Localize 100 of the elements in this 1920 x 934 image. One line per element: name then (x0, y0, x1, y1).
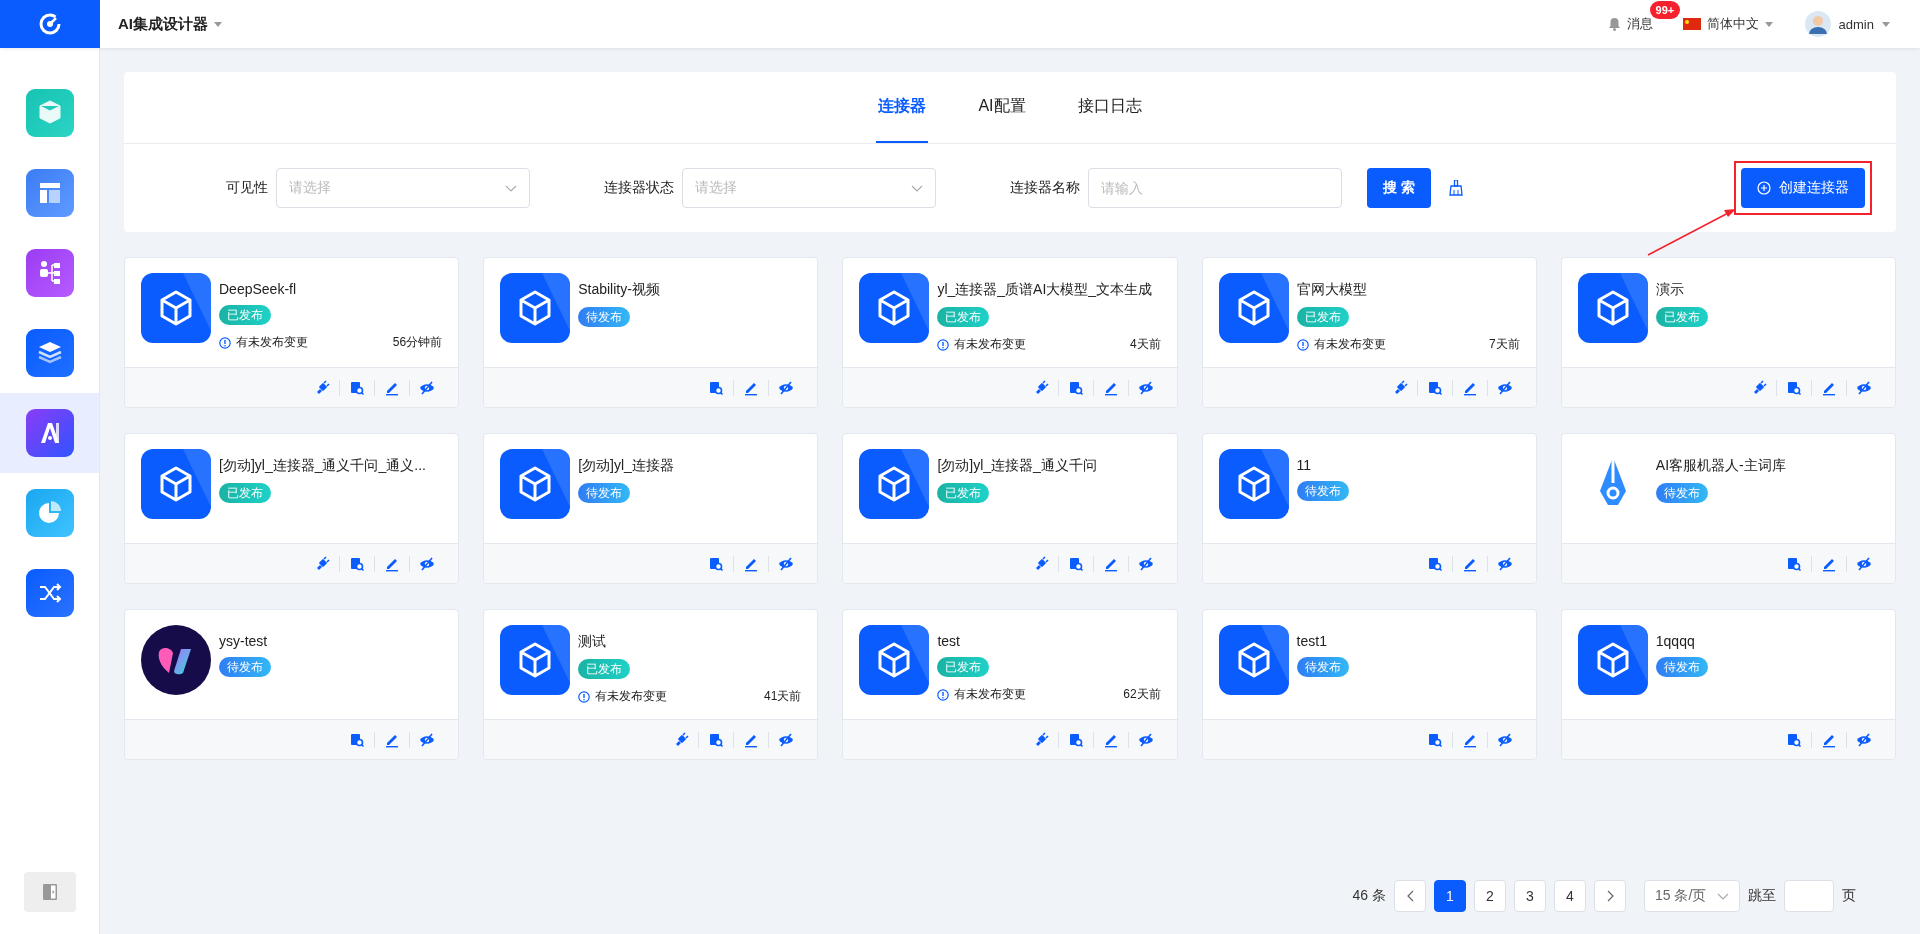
page-jump-field[interactable] (1784, 880, 1834, 912)
connector-title: 1qqqq (1655, 633, 1696, 649)
pie-app-icon[interactable] (25, 489, 74, 537)
flow-app-icon[interactable] (25, 249, 74, 297)
updated-time: 41天前 (764, 688, 802, 705)
document-search-icon (349, 379, 366, 396)
chevron-down-icon (1717, 892, 1729, 900)
updated-time: 7天前 (1489, 336, 1520, 353)
eye-slash-icon (1856, 379, 1872, 396)
connector-title: AI客服机器人-主词库 (1655, 457, 1787, 475)
connector-card[interactable]: 1qqqq 待发布 (1560, 609, 1896, 760)
document-search-icon (1067, 555, 1084, 572)
status-tag: 已发布 (219, 483, 271, 503)
total-count: 46 条 (1352, 887, 1386, 905)
app-switcher[interactable]: AI集成设计器 (112, 13, 228, 35)
updated-time: 62天前 (1123, 686, 1161, 703)
eye-slash-icon (1856, 555, 1872, 572)
page-number[interactable]: 2 (1474, 880, 1506, 912)
unpublished-changes-text: 有未发布变更 (954, 686, 1027, 703)
info-icon (578, 690, 591, 703)
connector-title: test (937, 633, 961, 649)
connector-title: 官网大模型 (1296, 281, 1368, 299)
connector-card[interactable]: yl_连接器_质谱AI大模型_文本生成 已发布 有未发布变更 4天前 (842, 257, 1178, 408)
tab[interactable]: 连接器 (876, 72, 929, 143)
layers-app-icon[interactable] (25, 329, 74, 377)
broom-icon (1449, 180, 1463, 196)
eye-slash-icon (1496, 731, 1513, 748)
user-menu[interactable]: admin (1798, 10, 1896, 38)
tab[interactable]: 接口日志 (1075, 72, 1144, 143)
cube-logo-icon (1577, 273, 1648, 343)
page-suffix: 页 (1842, 887, 1856, 905)
connector-card[interactable]: 11 待发布 (1201, 433, 1537, 584)
filter-label: 连接器名称 (1009, 179, 1080, 197)
gauge-logo-icon (38, 12, 62, 36)
cube-logo-icon (1218, 449, 1289, 519)
page-number[interactable]: 1 (1434, 880, 1466, 912)
connector-title: DeepSeek-fl (219, 281, 298, 297)
clear-button[interactable] (1449, 180, 1463, 196)
document-search-icon (1426, 379, 1443, 396)
connector-card[interactable]: ysy-test 待发布 (124, 609, 460, 760)
connector-card[interactable]: 测试 已发布 有未发布变更 41天前 (483, 609, 819, 760)
eye-slash-icon (778, 731, 795, 748)
filter-label: 连接器状态 (603, 179, 674, 197)
jump-label: 跳至 (1748, 887, 1776, 905)
status-tag: 待发布 (1655, 483, 1708, 503)
connector-card[interactable]: test1 待发布 (1201, 609, 1537, 760)
unpublished-changes-text: 有未发布变更 (954, 336, 1027, 353)
create-connector-button[interactable]: 创建连接器 (1741, 168, 1865, 208)
caret-icon (1882, 21, 1890, 27)
connector-card[interactable]: 演示 已发布 (1560, 257, 1896, 408)
chevron-down-icon (911, 184, 923, 192)
avatar-icon (1804, 11, 1831, 37)
connector-card[interactable]: AI客服机器人-主词库 待发布 (1560, 433, 1896, 584)
cube-logo-icon (1577, 625, 1648, 695)
page-number[interactable]: 4 (1554, 880, 1586, 912)
info-icon (1296, 338, 1309, 351)
layout-app-icon[interactable] (25, 169, 74, 217)
caret-icon (214, 21, 222, 27)
cube-logo-icon (859, 449, 930, 519)
collapse-sidebar-button[interactable] (23, 872, 76, 912)
tab[interactable]: AI配置 (976, 72, 1028, 143)
status-tag: 待发布 (578, 307, 631, 327)
app-logo[interactable] (0, 0, 100, 48)
connector-title: test1 (1296, 633, 1328, 649)
connector-card[interactable]: [勿动]yl_连接器_通义千问 已发布 (842, 433, 1178, 584)
connector-card[interactable]: DeepSeek-fl 已发布 有未发布变更 56分钟前 (124, 257, 460, 408)
eye-slash-icon (419, 379, 436, 396)
connector-card[interactable]: [勿动]yl_连接器 待发布 (483, 433, 819, 584)
document-search-icon (349, 555, 366, 572)
connector-card[interactable]: Stability-视频 待发布 (483, 257, 819, 408)
cube-logo-icon (859, 625, 930, 695)
flag-icon (1682, 18, 1701, 30)
info-icon (937, 338, 950, 351)
sidebar-item[interactable] (0, 393, 99, 473)
status-tag: 待发布 (578, 483, 631, 503)
notification-badge: 99+ (1649, 1, 1681, 19)
eye-slash-icon (1856, 731, 1872, 748)
connector-title: 演示 (1655, 281, 1685, 299)
document-search-icon (1786, 731, 1802, 748)
connector-title: [勿动]yl_连接器 (578, 457, 675, 475)
eye-slash-icon (419, 555, 436, 572)
page-number[interactable]: 3 (1514, 880, 1546, 912)
document-search-icon (1426, 731, 1443, 748)
input-field[interactable]: 请输入 (1088, 168, 1342, 208)
document-search-icon (708, 731, 725, 748)
shuffle-app-icon[interactable] (25, 569, 74, 617)
ai-app-icon[interactable] (25, 409, 74, 457)
plus-circle-icon (1757, 181, 1771, 195)
connector-title: [勿动]yl_连接器_通义千问_通义... (219, 457, 427, 475)
status-tag: 已发布 (937, 307, 990, 327)
search-button[interactable]: 搜 索 (1367, 168, 1431, 208)
unpublished-changes-text: 有未发布变更 (236, 334, 308, 351)
connector-card[interactable]: 官网大模型 已发布 有未发布变更 7天前 (1201, 257, 1537, 408)
connector-card[interactable]: test 已发布 有未发布变更 62天前 (842, 609, 1178, 760)
page-size-select[interactable]: 15 条/页 (1644, 880, 1740, 912)
document-search-icon (349, 731, 366, 748)
connector-card[interactable]: [勿动]yl_连接器_通义千问_通义... 已发布 (124, 433, 460, 584)
updated-time: 56分钟前 (392, 334, 443, 351)
cube-logo-icon (141, 273, 211, 343)
status-tag: 已发布 (1296, 307, 1349, 327)
